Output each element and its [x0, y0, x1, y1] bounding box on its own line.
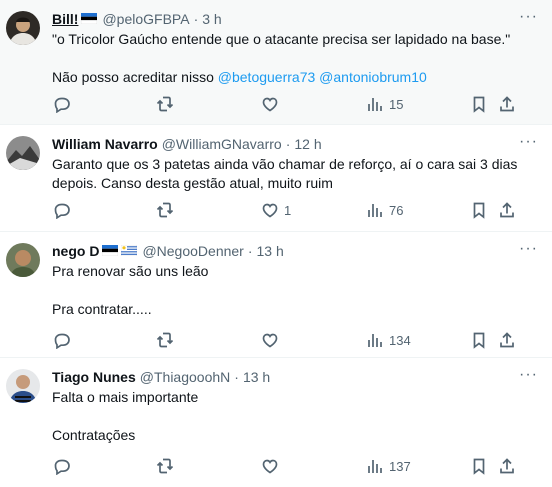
like-count: 1	[284, 202, 292, 218]
bookmark-icon	[473, 458, 485, 474]
share-button[interactable]	[498, 201, 516, 219]
retweet-button[interactable]	[156, 331, 179, 349]
more-icon[interactable]: ···	[519, 241, 538, 257]
tweet-header: nego D @NegooDenner · 13 h	[52, 242, 538, 260]
reply-button[interactable]	[52, 457, 75, 475]
views-count: 15	[389, 96, 404, 112]
retweet-button[interactable]	[156, 95, 179, 113]
tweet-text: Garanto que os 3 patetas ainda vão chama…	[52, 156, 518, 191]
mention-link[interactable]: @antoniobrum10	[319, 69, 427, 85]
tweet-item[interactable]: William Navarro @WilliamGNavarro · 12 h …	[0, 125, 552, 232]
action-bar: 134	[52, 323, 538, 361]
tweet-header: William Navarro @WilliamGNavarro · 12 h	[52, 135, 538, 153]
reply-icon	[54, 203, 70, 219]
more-icon[interactable]: ···	[519, 367, 538, 383]
share-button[interactable]	[498, 331, 516, 349]
like-button[interactable]	[261, 457, 284, 475]
retweet-icon	[156, 458, 174, 474]
action-bar: 15	[52, 87, 538, 125]
retweet-icon	[156, 332, 174, 348]
tweet-text: Falta o mais importante Contratações	[52, 389, 199, 443]
views-icon	[368, 333, 382, 348]
avatar[interactable]	[6, 11, 40, 45]
share-icon	[500, 96, 514, 112]
tweet-item[interactable]: nego D @NegooDenner · 13 h ··· Pra renov…	[0, 232, 552, 358]
views-icon	[368, 203, 382, 218]
tweet-item[interactable]: Bill! @peloGFBPA · 3 h ··· "o Tricolor G…	[0, 0, 552, 125]
display-name[interactable]: William Navarro	[52, 135, 158, 153]
views-icon	[368, 97, 382, 112]
reply-button[interactable]	[52, 331, 75, 349]
views-count: 134	[389, 332, 411, 348]
timestamp[interactable]: 13 h	[257, 242, 284, 260]
more-icon[interactable]: ···	[519, 9, 538, 25]
more-icon[interactable]: ···	[519, 134, 538, 150]
timestamp[interactable]: 12 h	[294, 135, 321, 153]
display-name[interactable]: Bill!	[52, 10, 78, 28]
views-count: 76	[389, 202, 404, 218]
views-button[interactable]: 76	[366, 201, 403, 219]
timestamp[interactable]: 13 h	[243, 368, 270, 386]
uruguay-flag-icon	[121, 242, 138, 260]
like-icon	[262, 97, 278, 112]
user-handle[interactable]: @NegooDenner	[142, 242, 243, 260]
action-bar: 137	[52, 449, 538, 487]
views-button[interactable]: 15	[366, 95, 403, 113]
retweet-icon	[156, 96, 174, 112]
bookmark-button[interactable]	[470, 331, 488, 349]
reply-icon	[54, 97, 70, 113]
like-button[interactable]	[261, 331, 284, 349]
action-bar: 1 76	[52, 193, 538, 231]
display-name[interactable]: nego D	[52, 242, 99, 260]
separator-dot: ·	[234, 369, 239, 385]
share-icon	[500, 202, 514, 218]
like-icon	[262, 459, 278, 474]
tweet-header: Bill! @peloGFBPA · 3 h	[52, 10, 538, 28]
mention-link[interactable]: @betoguerra73	[218, 69, 316, 85]
separator-dot: ·	[285, 136, 291, 152]
tweet-feed: Bill! @peloGFBPA · 3 h ··· "o Tricolor G…	[0, 0, 552, 482]
user-handle[interactable]: @ThiagooohN	[140, 368, 231, 386]
views-button[interactable]: 134	[366, 331, 411, 349]
share-icon	[500, 458, 514, 474]
retweet-button[interactable]	[156, 457, 179, 475]
views-icon	[368, 459, 382, 474]
retweet-button[interactable]	[156, 201, 179, 219]
estonia-flag-icon	[102, 242, 119, 260]
bookmark-icon	[473, 332, 485, 348]
estonia-flag-icon	[81, 10, 98, 28]
display-name[interactable]: Tiago Nunes	[52, 368, 136, 386]
like-button[interactable]	[261, 95, 284, 113]
tweet-text: "o Tricolor Gaúcho entende que o atacant…	[52, 30, 538, 87]
avatar[interactable]	[6, 243, 40, 277]
views-button[interactable]: 137	[366, 457, 411, 475]
user-handle[interactable]: @peloGFBPA	[102, 10, 189, 28]
tweet-header: Tiago Nunes @ThiagooohN · 13 h	[52, 368, 538, 386]
avatar[interactable]	[6, 369, 40, 403]
bookmark-button[interactable]	[470, 95, 488, 113]
share-button[interactable]	[498, 457, 516, 475]
avatar[interactable]	[6, 136, 40, 170]
bookmark-button[interactable]	[470, 457, 488, 475]
share-button[interactable]	[498, 95, 516, 113]
timestamp[interactable]: 3 h	[202, 10, 221, 28]
like-icon	[262, 333, 278, 348]
share-icon	[500, 332, 514, 348]
tweet-item[interactable]: Tiago Nunes @ThiagooohN · 13 h ··· Falta…	[0, 358, 552, 482]
reply-icon	[54, 459, 70, 475]
like-icon	[262, 203, 278, 218]
reply-button[interactable]	[52, 95, 75, 113]
reply-button[interactable]	[52, 201, 75, 219]
bookmark-button[interactable]	[470, 201, 488, 219]
user-handle[interactable]: @WilliamGNavarro	[162, 135, 282, 153]
views-count: 137	[389, 458, 411, 474]
retweet-icon	[156, 202, 174, 218]
separator-dot: ·	[247, 243, 253, 259]
like-button[interactable]: 1	[261, 201, 291, 219]
separator-dot: ·	[193, 11, 199, 27]
tweet-text: Pra renovar são uns leão Pra contratar..…	[52, 263, 209, 317]
bookmark-icon	[473, 96, 485, 112]
reply-icon	[54, 333, 70, 349]
bookmark-icon	[473, 202, 485, 218]
